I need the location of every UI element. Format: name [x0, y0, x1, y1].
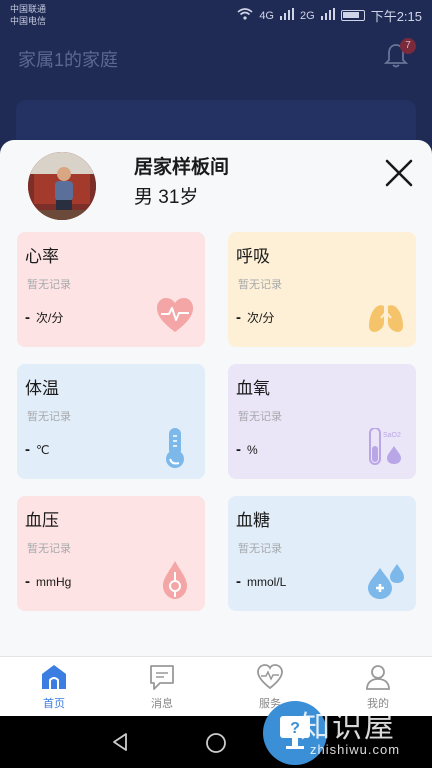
respiration-card[interactable]: 呼吸 暂无记录 - 次/分 — [228, 232, 416, 347]
card-value: - — [236, 441, 241, 458]
watermark-url: zhishiwu.com — [310, 742, 401, 757]
blood-oxygen-card[interactable]: 血氧 暂无记录 -% SaO2 — [228, 364, 416, 479]
close-icon — [385, 159, 413, 187]
signal-icon-2 — [320, 8, 335, 23]
carrier-2: 中国电信 — [10, 16, 47, 26]
member-name: 居家样板间 — [134, 157, 230, 178]
card-unit: 次/分 — [36, 311, 64, 325]
card-value: - — [25, 573, 30, 590]
card-title: 血压 — [25, 511, 59, 530]
heart-rate-card[interactable]: 心率 暂无记录 - 次/分 — [17, 232, 205, 347]
tab-messages[interactable]: 消息 — [132, 663, 192, 711]
home-circle-icon[interactable] — [205, 732, 227, 754]
blood-pressure-card[interactable]: 血压 暂无记录 - mmHg — [17, 496, 205, 611]
tab-label: 首页 — [43, 698, 65, 710]
member-detail-sheet: 居家样板间 男 31岁 心率 暂无记录 - 次/分 呼吸 暂无记录 - 次/分 体温… — [0, 140, 432, 656]
blood-oxygen-icon: SaO2 — [369, 428, 401, 465]
lungs-icon — [369, 298, 403, 332]
registered-mark: ® — [420, 704, 429, 718]
card-status: 暂无记录 — [27, 279, 71, 291]
blood-pressure-icon — [163, 561, 187, 599]
network-2g-label: 2G — [300, 9, 315, 22]
tab-label: 消息 — [151, 698, 173, 710]
member-gender-age: 男 31岁 — [134, 187, 199, 208]
card-status: 暂无记录 — [238, 543, 282, 555]
notification-badge: 7 — [400, 38, 416, 54]
carrier-info: 中国联通 中国电信 — [10, 3, 46, 27]
card-title: 呼吸 — [236, 247, 270, 266]
tab-home[interactable]: 首页 — [24, 663, 84, 711]
card-value: - — [236, 309, 241, 326]
heart-outline-icon — [257, 664, 283, 690]
app-header: 家属1的家庭 7 — [0, 30, 432, 160]
card-status: 暂无记录 — [27, 543, 71, 555]
signal-icon — [280, 8, 294, 23]
thermometer-icon — [166, 428, 184, 468]
card-title: 血氧 — [236, 379, 270, 398]
blood-sugar-icon — [368, 564, 404, 599]
card-value: - — [25, 441, 30, 458]
message-icon — [150, 665, 174, 690]
temperature-card[interactable]: 体温 暂无记录 - ℃ — [17, 364, 205, 479]
carrier-1: 中国联通 — [10, 4, 47, 14]
card-status: 暂无记录 — [238, 411, 282, 423]
card-unit: mmHg — [36, 575, 72, 589]
status-bar: 中国联通 中国电信 4G 2G 下午2:15 — [0, 0, 432, 30]
heart-rate-icon — [157, 298, 193, 332]
close-button[interactable] — [382, 156, 416, 190]
blood-sugar-card[interactable]: 血糖 暂无记录 - mmol/L — [228, 496, 416, 611]
watermark-text: 知识屋 — [300, 710, 396, 745]
watermark: ? 知识屋 ® zhishiwu.com — [232, 700, 432, 768]
svg-text:?: ? — [290, 720, 300, 737]
card-status: 暂无记录 — [238, 279, 282, 291]
user-icon — [366, 665, 390, 690]
card-title: 心率 — [25, 247, 59, 266]
card-value: - — [236, 573, 241, 590]
card-title: 体温 — [25, 379, 59, 398]
card-unit: mmol/L — [247, 575, 287, 589]
family-title: 家属1的家庭 — [18, 50, 119, 70]
card-unit: % — [247, 443, 258, 457]
card-unit: 次/分 — [247, 311, 275, 325]
card-title: 血糖 — [236, 511, 270, 530]
sao2-label: SaO2 — [383, 432, 401, 439]
avatar — [28, 152, 96, 220]
wifi-icon — [237, 8, 253, 23]
card-value: - — [25, 309, 30, 326]
card-status: 暂无记录 — [27, 411, 71, 423]
network-4g-label: 4G — [259, 9, 274, 22]
battery-icon — [340, 10, 365, 21]
back-icon[interactable] — [110, 732, 130, 752]
clock: 下午2:15 — [370, 9, 422, 24]
card-unit: ℃ — [36, 443, 50, 457]
home-icon — [42, 665, 66, 689]
